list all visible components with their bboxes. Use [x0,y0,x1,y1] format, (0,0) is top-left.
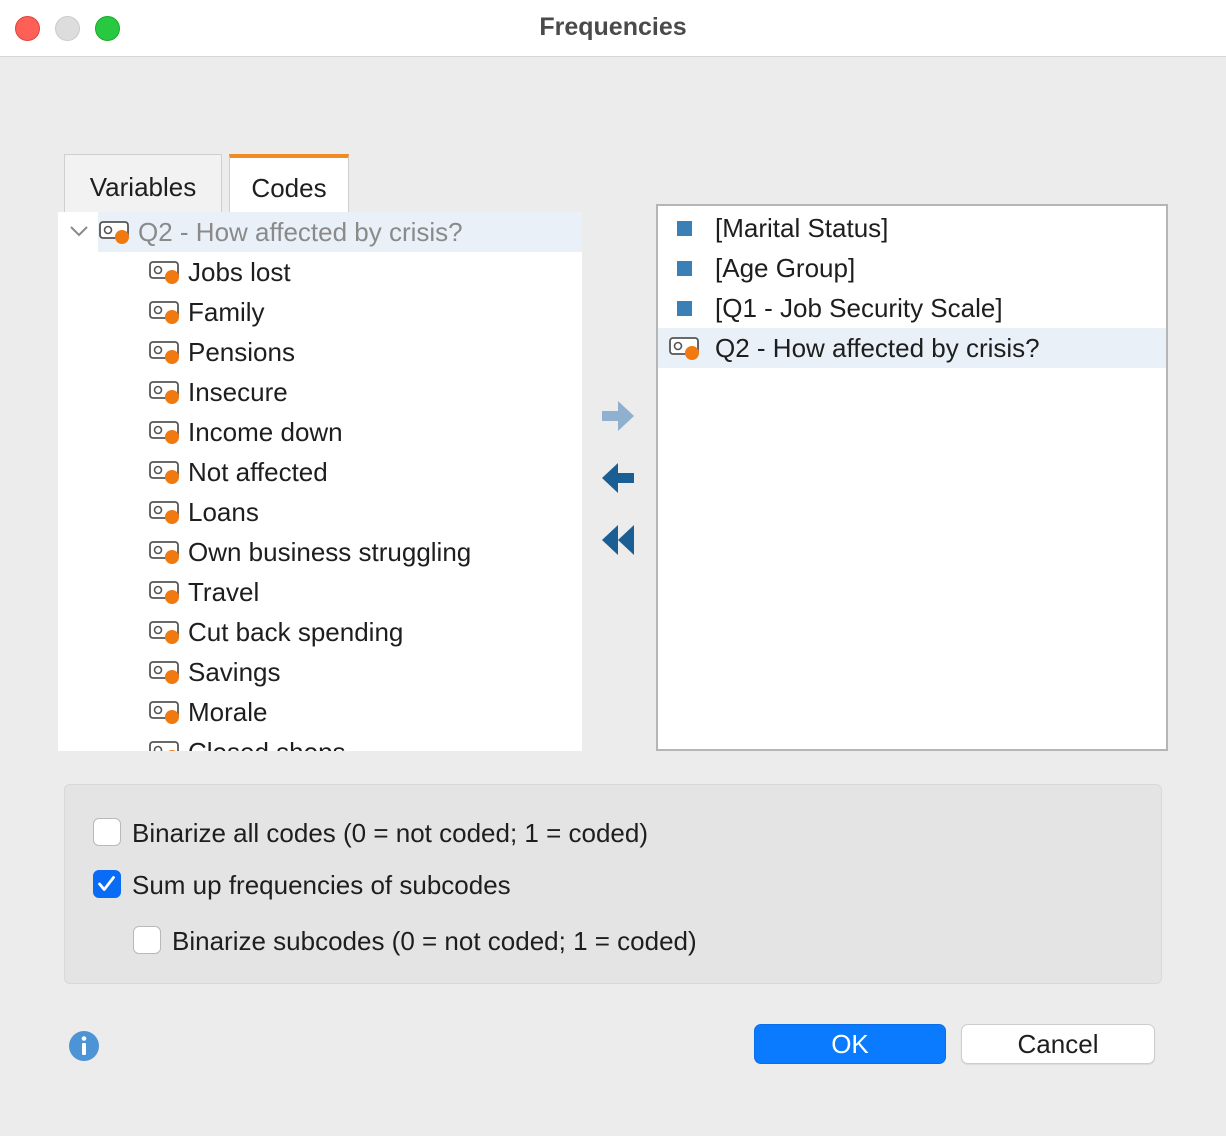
tree-item-label: Not affected [188,457,328,487]
code-icon [149,621,179,644]
tree-root-item[interactable]: Q2 - How affected by crisis? [98,212,582,252]
code-icon [149,541,179,564]
tree-item-label: Morale [188,697,268,727]
list-item-label: [Age Group] [715,253,856,283]
code-icon [149,661,179,684]
list-item-code[interactable]: Q2 - How affected by crisis? [658,328,1166,368]
tree-item-label: Family [188,297,265,327]
code-icon [149,381,179,404]
binarize-sub-label: Binarize subcodes (0 = not coded; 1 = co… [172,926,697,956]
selected-items-list[interactable]: [Marital Status] [Age Group] [Q1 - Job Sec… [656,204,1168,751]
code-icon [149,421,179,444]
code-icon [149,501,179,524]
tree-item-label: Jobs lost [188,257,291,287]
code-icon [149,741,179,751]
binarize-all-label: Binarize all codes (0 = not coded; 1 = c… [132,818,648,848]
list-item-label: [Q1 - Job Security Scale] [715,293,1003,323]
variable-icon [677,221,692,236]
arrow-left-icon[interactable] [598,458,638,498]
tree-root-label: Q2 - How affected by crisis? [138,217,463,247]
sum-up-label: Sum up frequencies of subcodes [132,870,511,900]
title-bar: Frequencies [0,0,1226,57]
code-tree[interactable]: Q2 - How affected by crisis? Jobs lost Fa… [58,212,582,751]
code-icon [149,461,179,484]
list-item-label: [Marital Status] [715,213,889,243]
double-arrow-left-icon[interactable] [598,520,638,560]
tree-item-label: Insecure [188,377,288,407]
variable-icon [677,301,692,316]
variable-icon [677,261,692,276]
tree-item-label: Savings [188,657,281,687]
tree-item-label: Travel [188,577,260,607]
window-title: Frequencies [539,13,687,41]
tree-item-label: Cut back spending [188,617,404,647]
binarize-sub-checkbox[interactable] [133,926,161,954]
code-icon [149,261,179,284]
chevron-down-icon[interactable] [68,220,90,242]
code-icon [149,301,179,324]
tree-item-label: Own business struggling [188,537,472,567]
tree-item-label: Income down [188,417,343,447]
list-item-variable[interactable]: [Marital Status] [658,208,1166,248]
code-icon [149,581,179,604]
tab-variables[interactable]: Variables [64,154,222,214]
list-item-label: Q2 - How affected by crisis? [715,333,1040,363]
sum-up-checkbox[interactable] [93,870,121,898]
tree-item-label: Loans [188,497,259,527]
cancel-button[interactable]: Cancel [961,1024,1155,1064]
binarize-all-checkbox[interactable] [93,818,121,846]
list-item-variable[interactable]: [Q1 - Job Security Scale] [658,288,1166,328]
info-icon[interactable] [68,1030,100,1062]
tab-codes[interactable]: Codes [229,154,349,214]
ok-button[interactable]: OK [754,1024,946,1064]
tree-item-label: Closed shops [188,732,346,751]
code-icon [149,701,179,724]
code-icon [99,221,129,244]
tree-item-label: Pensions [188,337,295,367]
options-group: Binarize all codes (0 = not coded; 1 = c… [64,784,1162,984]
code-icon [149,341,179,364]
arrow-right-icon[interactable] [598,396,638,436]
list-item-variable[interactable]: [Age Group] [658,248,1166,288]
checkmark-icon [98,876,115,891]
code-icon [669,337,699,360]
